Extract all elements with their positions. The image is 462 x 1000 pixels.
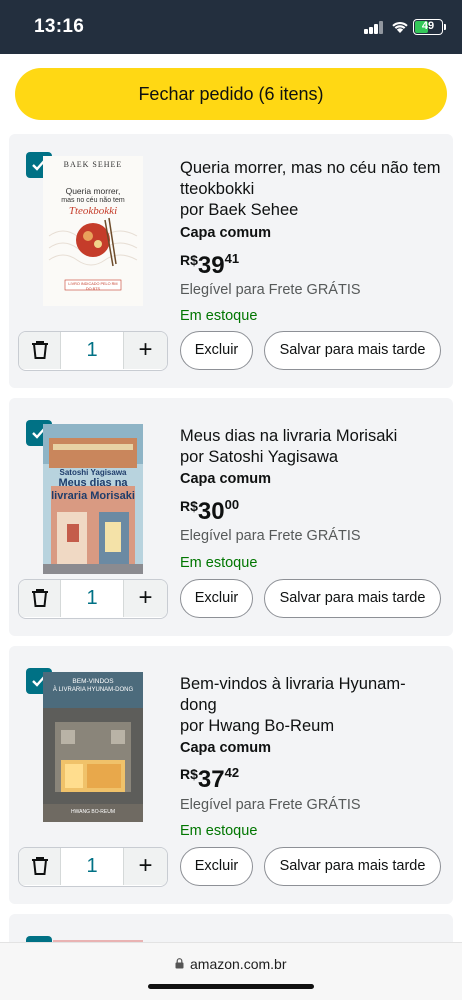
quantity-stepper: 1 + xyxy=(18,847,168,887)
item-title[interactable]: Queria morrer, mas no céu não tem tteokb… xyxy=(180,158,442,200)
wifi-icon xyxy=(392,21,408,33)
price-cents: 41 xyxy=(224,251,240,266)
item-author: por Baek Sehee xyxy=(180,201,299,219)
cover-author: Satoshi Yagisawa xyxy=(59,468,127,477)
item-stock: Em estoque xyxy=(180,555,258,571)
battery-icon: 49 xyxy=(413,19,443,35)
browser-url-bar[interactable]: amazon.com.br xyxy=(0,942,462,1000)
price-currency: R$ xyxy=(180,498,198,514)
book-cover[interactable]: BEM-VINDOS À LIVRARIA HYUNAM-DONG HWANG … xyxy=(43,672,143,822)
cover-script-title: Tteokbokki xyxy=(68,205,118,217)
signal-icon xyxy=(364,21,384,34)
quantity-value[interactable]: 1 xyxy=(61,848,123,885)
trash-icon xyxy=(32,341,48,359)
item-title[interactable]: Meus dias na livraria Morisaki xyxy=(180,426,442,447)
cover-art xyxy=(43,672,143,822)
item-stock: Em estoque xyxy=(180,823,258,839)
status-bar: 13:16 49 xyxy=(0,0,462,54)
quantity-stepper: 1 + xyxy=(18,331,168,371)
price-cents: 42 xyxy=(224,765,240,780)
item-format: Capa comum xyxy=(180,740,272,756)
item-shipping: Elegível para Frete GRÁTIS xyxy=(180,528,361,544)
quantity-value[interactable]: 1 xyxy=(61,580,123,617)
increase-quantity-button[interactable]: + xyxy=(123,580,167,617)
save-for-later-button[interactable]: Salvar para mais tarde xyxy=(264,579,441,618)
delete-quantity-button[interactable] xyxy=(19,332,61,369)
price-whole: 39 xyxy=(197,252,225,279)
delete-quantity-button[interactable] xyxy=(19,580,61,617)
item-author: por Satoshi Yagisawa xyxy=(180,448,339,466)
item-author: por Hwang Bo-Reum xyxy=(180,717,335,735)
item-title[interactable]: Bem-vindos à livraria Hyunam-dong xyxy=(180,674,442,716)
cover-title-line: mas no céu não tem xyxy=(61,197,125,204)
cover-title-line: Queria morrer, xyxy=(65,186,121,196)
cover-title-line: livraria Morisaki xyxy=(51,490,135,502)
delete-button[interactable]: Excluir xyxy=(180,847,253,886)
item-shipping: Elegível para Frete GRÁTIS xyxy=(180,282,361,298)
battery-level: 49 xyxy=(421,20,435,32)
delete-quantity-button[interactable] xyxy=(19,848,61,885)
trash-icon xyxy=(32,589,48,607)
trash-icon xyxy=(32,857,48,875)
increase-quantity-button[interactable]: + xyxy=(123,332,167,369)
url-text[interactable]: amazon.com.br xyxy=(190,956,286,972)
cart-item: BAEK SEHEE Queria morrer, mas no céu não… xyxy=(9,134,453,388)
item-shipping: Elegível para Frete GRÁTIS xyxy=(180,797,361,813)
cover-title-line: BEM-VINDOS xyxy=(72,678,114,685)
increase-quantity-button[interactable]: + xyxy=(123,848,167,885)
price-currency: R$ xyxy=(180,766,198,782)
price-currency: R$ xyxy=(180,252,198,268)
save-for-later-button[interactable]: Salvar para mais tarde xyxy=(264,331,441,370)
item-stock: Em estoque xyxy=(180,308,258,324)
item-format: Capa comum xyxy=(180,225,272,241)
checkout-button[interactable]: Fechar pedido (6 itens) xyxy=(15,68,447,120)
cover-author: BAEK SEHEE xyxy=(63,160,123,169)
cover-badge: LIVRO INDICADO PELO RM DO BTS xyxy=(68,282,118,291)
status-time: 13:16 xyxy=(34,16,85,37)
item-price: R$3742 xyxy=(180,765,239,794)
cart-item: Satoshi Yagisawa Meus dias na livraria M… xyxy=(9,398,453,636)
price-whole: 30 xyxy=(197,498,225,525)
item-format: Capa comum xyxy=(180,471,272,487)
delete-button[interactable]: Excluir xyxy=(180,331,253,370)
cover-author: HWANG BO-REUM xyxy=(71,809,115,815)
cart-item: BEM-VINDOS À LIVRARIA HYUNAM-DONG HWANG … xyxy=(9,646,453,904)
book-cover[interactable]: Satoshi Yagisawa Meus dias na livraria M… xyxy=(43,424,143,574)
book-cover[interactable]: BAEK SEHEE Queria morrer, mas no céu não… xyxy=(43,156,143,306)
price-whole: 37 xyxy=(197,766,225,793)
cover-title-line: Meus dias na xyxy=(58,477,128,489)
quantity-value[interactable]: 1 xyxy=(61,332,123,369)
quantity-stepper: 1 + xyxy=(18,579,168,619)
lock-icon xyxy=(175,958,184,969)
item-price: R$3000 xyxy=(180,497,239,526)
save-for-later-button[interactable]: Salvar para mais tarde xyxy=(264,847,441,886)
delete-button[interactable]: Excluir xyxy=(180,579,253,618)
item-price: R$3941 xyxy=(180,251,239,280)
home-indicator xyxy=(148,984,314,989)
price-cents: 00 xyxy=(224,497,240,512)
cover-title-line: À LIVRARIA HYUNAM-DONG xyxy=(52,687,134,693)
